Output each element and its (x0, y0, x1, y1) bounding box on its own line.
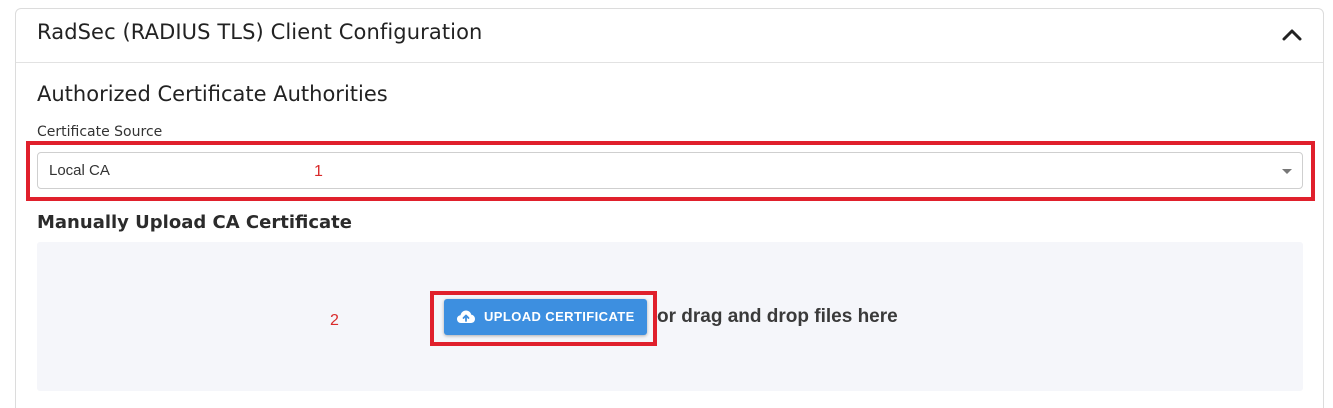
drag-drop-text: or drag and drop files here (657, 306, 898, 327)
panel-header[interactable]: RadSec (RADIUS TLS) Client Configuration (16, 9, 1323, 63)
annotation-number-2: 2 (330, 312, 339, 329)
chevron-up-icon[interactable] (1281, 25, 1303, 45)
certificate-source-label: Certificate Source (37, 124, 163, 140)
manual-upload-heading: Manually Upload CA Certificate (37, 212, 352, 233)
panel-title: RadSec (RADIUS TLS) Client Configuration (37, 20, 483, 44)
annotation-number-1: 1 (314, 163, 323, 180)
upload-button-label: UPLOAD CERTIFICATE (484, 309, 635, 324)
authorized-ca-heading: Authorized Certificate Authorities (37, 82, 388, 106)
dropdown-arrow-icon (1282, 169, 1292, 174)
certificate-source-select[interactable]: Local CA (37, 152, 1303, 189)
cloud-upload-icon (457, 310, 475, 323)
upload-certificate-button[interactable]: UPLOAD CERTIFICATE (444, 299, 647, 335)
certificate-source-value: Local CA (49, 162, 110, 179)
